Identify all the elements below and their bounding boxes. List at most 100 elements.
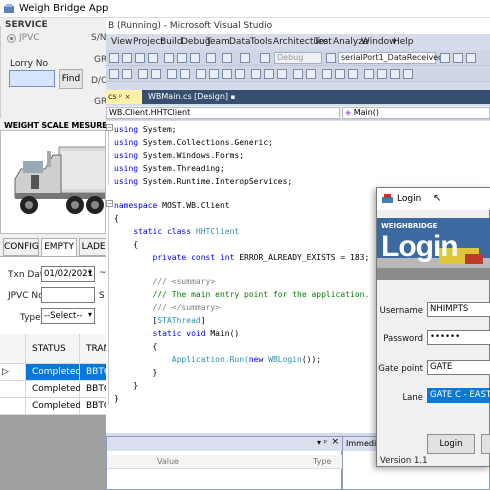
menu-help[interactable]: Help (393, 37, 414, 47)
toolbox-icon[interactable] (466, 53, 476, 63)
code-line: } (114, 381, 139, 390)
hex-icon[interactable] (293, 69, 303, 79)
step-into-icon[interactable] (251, 69, 261, 79)
menu-test[interactable]: Test (314, 37, 332, 47)
prev-bookmark-icon[interactable] (209, 69, 219, 79)
clear-bookmarks-icon[interactable] (235, 69, 245, 79)
vs-toolbar-standard: Debug serialPort1_DataReceived (106, 50, 490, 66)
version-label: Version 1.1 (380, 456, 428, 466)
close-icon[interactable]: × (331, 437, 339, 447)
display-word-icon[interactable] (122, 69, 132, 79)
tab-empty[interactable]: EMPTY (41, 238, 77, 256)
uncomment-icon[interactable] (180, 69, 190, 79)
code-line: /// <summary> (114, 277, 216, 287)
step-over-icon[interactable] (264, 69, 274, 79)
type-label: Type (20, 313, 41, 323)
step-out-icon[interactable] (277, 69, 287, 79)
start-debug-icon[interactable] (260, 53, 270, 63)
menu-team[interactable]: Team (206, 37, 230, 47)
service-legend: SERVICE (5, 20, 48, 30)
row-selector[interactable] (0, 398, 26, 415)
cut-icon[interactable] (164, 53, 174, 63)
menu-data[interactable]: Data (229, 37, 251, 47)
username-input[interactable]: NHIMPTS (427, 302, 490, 317)
doc-comment: /// <summary> (152, 277, 216, 286)
menu-build[interactable]: Build (160, 37, 183, 47)
password-input[interactable]: •••••• (427, 330, 490, 345)
menu-view[interactable]: View (111, 37, 132, 47)
find-in-files-icon[interactable] (326, 53, 336, 63)
save-icon[interactable] (135, 53, 145, 63)
wblogin-type: WBLogin (268, 355, 302, 364)
type-select[interactable]: --Select-- ▾ (41, 308, 95, 324)
new-project-icon[interactable] (109, 53, 119, 63)
redo-icon[interactable] (222, 53, 232, 63)
type-navigation-combo[interactable]: WB.Client.HHTClient (106, 107, 340, 119)
font-size-icon[interactable] (109, 69, 119, 79)
collapse-icon[interactable]: − (106, 124, 113, 131)
tab-code-file-label: cs (108, 92, 117, 101)
table-cell-status[interactable]: Completed (26, 381, 81, 398)
password-label: Password (383, 334, 423, 344)
truck-image-panel (0, 130, 108, 234)
tab-wbmain-design[interactable]: WBMain.cs [Design] ▪ (146, 90, 244, 104)
txn-date-picker[interactable]: 01/02/2021 ▾ (41, 266, 95, 282)
callstack-icon[interactable] (348, 69, 358, 79)
jpvc-radio[interactable] (7, 34, 16, 43)
size-icon[interactable] (403, 69, 413, 79)
event-combo[interactable]: serialPort1_DataReceived (338, 52, 443, 64)
lane-select[interactable]: GATE C - EAST (427, 388, 490, 403)
table-cell-status[interactable]: Completed (26, 398, 81, 415)
bookmark-icon[interactable] (196, 69, 206, 79)
properties-icon[interactable] (453, 53, 463, 63)
navigate-icon[interactable] (240, 53, 250, 63)
login-button[interactable]: Login (427, 434, 475, 454)
lorry-no-label: Lorry No (10, 59, 49, 69)
value-column-header[interactable]: Value (157, 457, 179, 466)
jpvc-radio-label: JPVC (19, 33, 40, 43)
application-run-call: Application.Run( (171, 355, 249, 364)
jpvc-no-input[interactable] (41, 287, 95, 303)
align-icon[interactable] (377, 69, 387, 79)
watch-icon[interactable] (306, 69, 316, 79)
tab-config[interactable]: CONFIG (3, 238, 39, 256)
center-icon[interactable] (390, 69, 400, 79)
type-column-header[interactable]: Type (313, 457, 331, 466)
next-bookmark-icon[interactable] (222, 69, 232, 79)
member-navigation-combo[interactable]: ◈ Main() (342, 107, 490, 119)
window-menu-icon[interactable]: ▾ ᵖ (317, 438, 327, 447)
gate-point-select[interactable]: GATE (427, 360, 490, 375)
cancel-button[interactable] (481, 434, 490, 454)
close-icon[interactable]: × (125, 93, 131, 101)
find-button[interactable]: Find (59, 69, 83, 89)
row-selector[interactable]: ▷ (0, 364, 26, 381)
collapse-icon[interactable]: − (106, 200, 113, 207)
open-file-icon[interactable] (122, 53, 132, 63)
indent-icon[interactable] (138, 69, 148, 79)
table-cell-status[interactable]: Completed (26, 364, 81, 381)
menu-window[interactable]: Window (361, 37, 397, 47)
save-all-icon[interactable] (148, 53, 158, 63)
breakpoint-icon[interactable] (322, 69, 332, 79)
code-line: namespace MOST.WB.Client (114, 201, 230, 210)
solution-explorer-icon[interactable] (440, 53, 450, 63)
copy-icon[interactable] (177, 53, 187, 63)
lorry-no-input[interactable] (9, 70, 55, 87)
tab-code-file[interactable]: cs ᵖ × (106, 90, 142, 104)
layout-icon[interactable] (364, 69, 374, 79)
outline-line (108, 205, 109, 405)
threads-icon[interactable] (335, 69, 345, 79)
outdent-icon[interactable] (151, 69, 161, 79)
undo-icon[interactable] (206, 53, 216, 63)
menu-tools[interactable]: Tools (250, 37, 272, 47)
mouse-cursor-icon: ↖ (433, 193, 442, 204)
pin-icon[interactable]: ᵖ (119, 93, 122, 101)
grid-header-status[interactable]: STATUS (26, 334, 80, 364)
config-combo[interactable]: Debug (274, 52, 322, 64)
paste-icon[interactable] (190, 53, 200, 63)
row-selector[interactable] (0, 381, 26, 398)
banner-login-text: Login (381, 230, 459, 263)
method-signature: Main() (210, 329, 240, 338)
comment-icon[interactable] (167, 69, 177, 79)
call-close: ()); (301, 355, 322, 364)
